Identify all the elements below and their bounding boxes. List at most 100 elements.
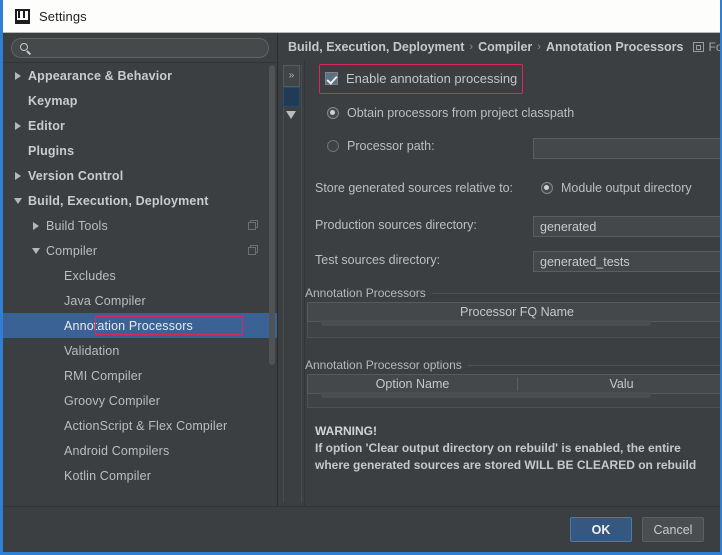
processor-path-row[interactable]: Processor path: (327, 139, 435, 153)
sidebar-item-appearance-behavior[interactable]: Appearance & Behavior (3, 63, 277, 88)
sidebar-item-label: ActionScript & Flex Compiler (64, 418, 228, 433)
sidebar-item-compiler[interactable]: Compiler (3, 238, 277, 263)
processors-table-header: Processor FQ Name (307, 302, 720, 322)
sidebar-item-label: RMI Compiler (64, 368, 143, 383)
sidebar-item-kotlin-compiler[interactable]: Kotlin Compiler (3, 463, 277, 488)
processor-path-input[interactable] (533, 138, 720, 159)
processor-path-radio[interactable] (327, 140, 339, 152)
options-table-header: Option Name Valu (307, 374, 720, 394)
options-table-hscroll[interactable] (321, 392, 651, 398)
processors-table-hscroll[interactable] (321, 320, 651, 326)
sidebar-item-keymap[interactable]: Keymap (3, 88, 277, 113)
test-sources-row: Test sources directory: (315, 253, 440, 267)
search-input[interactable] (37, 41, 260, 55)
sidebar-item-version-control[interactable]: Version Control (3, 163, 277, 188)
breadcrumb-part-1[interactable]: Compiler (478, 40, 532, 54)
sidebar-item-editor[interactable]: Editor (3, 113, 277, 138)
sidebar-item-label: Plugins (28, 143, 75, 158)
sidebar-item-label: Annotation Processors (64, 318, 193, 333)
sidebar-item-actionscript-flex-compiler[interactable]: ActionScript & Flex Compiler (3, 413, 277, 438)
obtain-processors-label: Obtain processors from project classpath (347, 106, 575, 120)
annotation-processors-section: Annotation Processors (305, 286, 720, 300)
sidebar-item-label: Build Tools (46, 218, 108, 233)
module-output-row[interactable]: Module output directory (541, 181, 692, 195)
sidebar-item-plugins[interactable]: Plugins (3, 138, 277, 163)
ok-button[interactable]: OK (570, 517, 632, 542)
gutter-selection-marker (283, 87, 300, 107)
options-column-option-name[interactable]: Option Name (308, 377, 517, 391)
warning-block: WARNING! If option 'Clear output directo… (315, 423, 720, 474)
production-sources-row: Production sources directory: (315, 218, 477, 232)
breadcrumb: Build, Execution, Deployment › Compiler … (278, 33, 720, 61)
sidebar-item-label: Groovy Compiler (64, 393, 161, 408)
expand-gutter-button[interactable]: » (283, 65, 300, 87)
annotation-processors-section-label: Annotation Processors (305, 286, 426, 300)
sidebar-item-label: Appearance & Behavior (28, 68, 173, 83)
chevron-right-icon[interactable] (31, 220, 42, 231)
tree-scrollbar[interactable] (269, 65, 275, 504)
sidebar-item-label: Version Control (28, 168, 124, 183)
enable-annotation-processing-checkbox[interactable] (325, 72, 338, 85)
chevron-right-icon[interactable] (13, 70, 24, 81)
window-title-bar: Settings (3, 0, 720, 33)
production-sources-input[interactable]: generated (533, 216, 720, 237)
sidebar-item-label: Editor (28, 118, 66, 133)
sidebar-item-build-tools[interactable]: Build Tools (3, 213, 277, 238)
chevron-down-icon[interactable] (13, 195, 24, 206)
processors-column-fq-name[interactable]: Processor FQ Name (308, 305, 720, 319)
intellij-idea-icon (15, 8, 30, 24)
obtain-processors-radio[interactable] (327, 107, 339, 119)
breadcrumb-part-2[interactable]: Annotation Processors (546, 40, 684, 54)
chevron-down-icon[interactable] (31, 245, 42, 256)
search-box[interactable] (11, 38, 269, 58)
settings-tree[interactable]: Appearance & Behavior Keymap Editor Plugins… (3, 62, 277, 506)
store-relative-row: Store generated sources relative to: (315, 181, 513, 195)
enable-annotation-processing-label: Enable annotation processing (346, 71, 518, 86)
sidebar-item-android-compilers[interactable]: Android Compilers (3, 438, 277, 463)
obtain-processors-row[interactable]: Obtain processors from project classpath (327, 106, 574, 120)
chevron-right-icon[interactable] (13, 170, 24, 181)
sidebar-item-groovy-compiler[interactable]: Groovy Compiler (3, 388, 277, 413)
cancel-button[interactable]: Cancel (642, 517, 704, 542)
breadcrumb-part-0[interactable]: Build, Execution, Deployment (288, 40, 464, 54)
sidebar-item-excludes[interactable]: Excludes (3, 263, 277, 288)
test-sources-input[interactable]: generated_tests (533, 251, 720, 272)
processor-options-section-label: Annotation Processor options (305, 358, 462, 372)
module-output-radio[interactable] (541, 182, 553, 194)
options-column-value[interactable]: Valu (517, 377, 720, 391)
sidebar-item-label: Keymap (28, 93, 78, 108)
breadcrumb-module[interactable]: Fo (693, 40, 720, 54)
breadcrumb-module-label: Fo (708, 40, 720, 54)
chevron-right-icon[interactable] (13, 120, 24, 131)
copy-icon[interactable] (248, 219, 259, 231)
warning-title: WARNING! (315, 424, 377, 438)
enable-annotation-processing-row[interactable]: Enable annotation processing (325, 71, 517, 86)
sidebar-item-build-execution-deployment[interactable]: Build, Execution, Deployment (3, 188, 277, 213)
sidebar-item-annotation-processors[interactable]: Annotation Processors (3, 313, 277, 338)
chevron-down-icon[interactable] (286, 111, 296, 119)
window-title: Settings (39, 8, 87, 24)
sidebar-item-validation[interactable]: Validation (3, 338, 277, 363)
settings-dialog: Settings Appearance & Behavior Keymap Edit… (0, 0, 722, 555)
sidebar-item-label: Build, Execution, Deployment (28, 193, 209, 208)
sidebar-item-rmi-compiler[interactable]: RMI Compiler (3, 363, 277, 388)
sidebar-item-label: Kotlin Compiler (64, 468, 152, 483)
production-sources-label: Production sources directory: (315, 218, 477, 232)
breadcrumb-separator-icon: › (537, 41, 541, 53)
sidebar-item-label: Validation (64, 343, 120, 358)
processor-path-label: Processor path: (347, 139, 435, 153)
module-output-label: Module output directory (561, 181, 692, 195)
breadcrumb-separator-icon: › (469, 41, 474, 53)
sidebar-item-label: Android Compilers (64, 443, 170, 458)
annotation-processors-form: Enable annotation processing Obtain proc… (305, 61, 720, 506)
sidebar-item-java-compiler[interactable]: Java Compiler (3, 288, 277, 313)
copy-icon[interactable] (248, 244, 259, 256)
